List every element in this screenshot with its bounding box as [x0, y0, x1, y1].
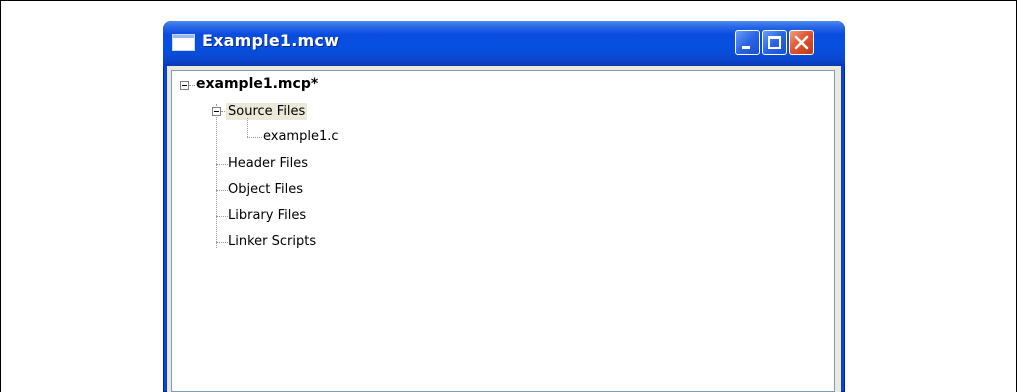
tree-folder-header-files[interactable]: Header Files: [226, 155, 310, 172]
tree-connector: [216, 104, 217, 248]
tree-folder-library-files[interactable]: Library Files: [226, 207, 308, 224]
tree-root-project[interactable]: example1.mcp*: [194, 76, 320, 93]
window-client-area: example1.mcp* Source Files example1.c He…: [167, 66, 841, 392]
tree-connector: [247, 118, 248, 137]
source-files-collapse-minus-icon[interactable]: [212, 107, 221, 116]
window-app-icon[interactable]: [172, 34, 195, 51]
tree-folder-linker-scripts[interactable]: Linker Scripts: [226, 233, 318, 250]
tree-folder-source-files[interactable]: Source Files: [226, 103, 308, 120]
screenshot-frame: Example1.mcw example1.mcp* Source Files …: [0, 0, 1017, 392]
maximize-icon: [768, 36, 781, 49]
minimize-icon: [742, 46, 750, 49]
project-window: Example1.mcw example1.mcp* Source Files …: [163, 21, 845, 392]
tree-file-example1-c[interactable]: example1.c: [261, 128, 341, 145]
window-title: Example1.mcw: [202, 31, 340, 50]
tree-connector: [247, 137, 262, 138]
title-bar[interactable]: Example1.mcw: [163, 21, 845, 66]
root-collapse-minus-icon[interactable]: [180, 81, 189, 90]
minimize-button[interactable]: [735, 30, 760, 55]
close-button[interactable]: [789, 30, 814, 55]
project-tree[interactable]: example1.mcp* Source Files example1.c He…: [171, 70, 835, 392]
close-icon: [794, 35, 809, 50]
tree-folder-object-files[interactable]: Object Files: [226, 181, 305, 198]
maximize-button[interactable]: [762, 30, 787, 55]
